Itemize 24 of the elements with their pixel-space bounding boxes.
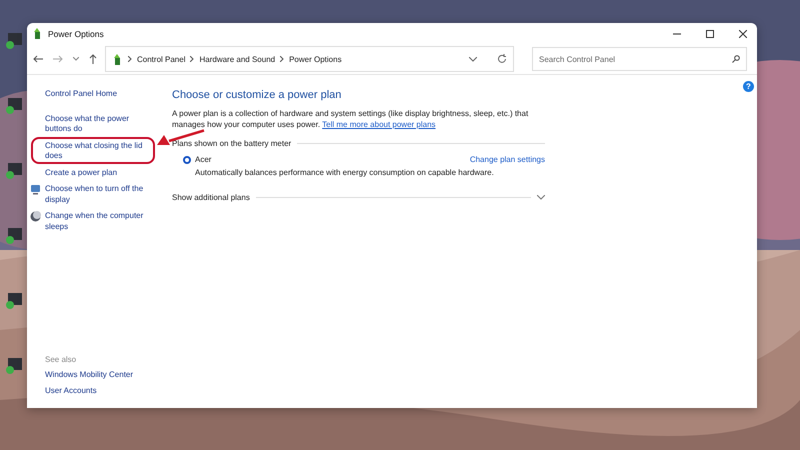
help-link[interactable]: Tell me more about power plans xyxy=(322,120,436,129)
sidebar-link[interactable]: Change when the computer sleeps xyxy=(45,211,152,232)
group-label: Show additional plans xyxy=(172,193,250,202)
breadcrumb[interactable]: Power Options xyxy=(289,54,342,64)
breadcrumb[interactable]: Hardware and Sound xyxy=(199,54,276,64)
sidebar-link[interactable]: Choose what closing the lid does xyxy=(45,140,152,162)
breadcrumb[interactable]: Control Panel xyxy=(137,54,186,64)
plan-settings-link[interactable]: Change plan settings xyxy=(470,155,545,164)
address-bar[interactable]: Control Panel Hardware and Sound Power Options xyxy=(105,46,514,72)
sidebar-link[interactable]: Control Panel Home xyxy=(45,89,152,100)
page-heading: Choose or customize a power plan xyxy=(172,89,342,101)
see-also-label: See also xyxy=(45,355,78,364)
sidebar-link[interactable]: Choose what the power buttons do xyxy=(45,114,152,134)
sidebar-link[interactable]: Choose when to turn off the display xyxy=(45,184,152,205)
sidebar-link[interactable]: Windows Mobility Center xyxy=(45,370,152,380)
sidebar-link[interactable]: Create a power plan xyxy=(45,168,118,178)
plan-description: Automatically balances performance with energy consumption on capable hardware. xyxy=(195,168,495,177)
intro-text: A power plan is a collection of hardware and system settings (like display brightness, sleep, etc.) that manages how your computer uses power. Tell me more about power plans xyxy=(172,108,530,130)
search-field[interactable]: Search Control Panel xyxy=(532,47,747,71)
plan-name: Acer xyxy=(195,155,212,164)
group-label: Plans shown on the battery meter xyxy=(172,139,292,148)
window-title: Power Options xyxy=(48,28,105,38)
sidebar-link[interactable]: User Accounts xyxy=(45,386,152,396)
help-button[interactable]: ? xyxy=(743,81,754,92)
